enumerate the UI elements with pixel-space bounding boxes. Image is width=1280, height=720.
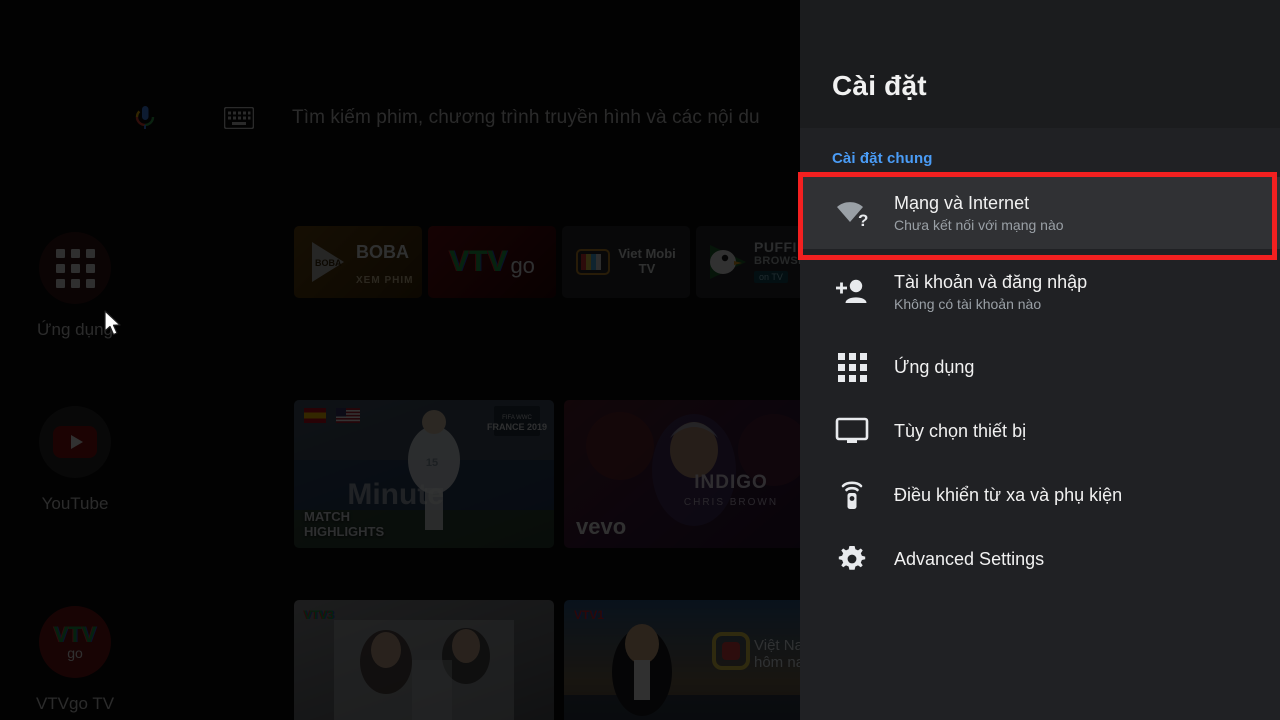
tv-card-vtv1[interactable]: VTV1 Việt Nam hôm nay dài trên 20 nghìn … (564, 600, 824, 720)
menu-item-title: Điều khiển từ xa và phụ kiện (894, 484, 1122, 507)
app-title: VTV (449, 245, 507, 279)
channel-logo: VTV1 (574, 608, 604, 622)
youtube-icon (39, 406, 111, 478)
menu-item-accounts-and-sign-in[interactable]: Tài khoản và đăng nhập Không có tài khoả… (800, 249, 1280, 335)
vtvgo-row: VTV go VTVgo TV VTV3 19:47 (0, 600, 824, 720)
card-overlay: CHRIS BROWN (656, 497, 806, 508)
app-subtitle: XEM PHIM (356, 275, 413, 286)
video-card-match-highlights[interactable]: FIFA WWC FRANCE 2019 15 Minute MATCH HIG… (294, 400, 554, 548)
launcher-youtube[interactable]: YouTube (0, 400, 150, 514)
launcher-label: Ứng dụng (37, 320, 113, 340)
menu-item-subtitle: Không có tài khoản nào (894, 296, 1087, 313)
wifi-question-icon: ? (828, 198, 876, 228)
google-mic-icon[interactable] (128, 101, 162, 135)
svg-text:FRANCE 2019: FRANCE 2019 (487, 422, 547, 432)
menu-item-network-and-internet[interactable]: ? Mạng và Internet Chưa kết nối với mạng… (800, 177, 1280, 249)
apps-grid-icon (39, 232, 111, 304)
svg-text:15: 15 (426, 457, 438, 469)
settings-panel: Cài đặt Cài đặt chung ? Mạng và Internet… (800, 0, 1280, 720)
app-card-boba[interactable]: BOBA BOBA XEM PHIM (294, 226, 422, 298)
apps-grid-icon (828, 353, 876, 382)
person-add-icon (828, 278, 876, 306)
channel-logo: VTV3 (304, 608, 334, 622)
launcher-label: VTVgo TV (36, 694, 114, 714)
video-card-vevo-indigo[interactable]: vevo INDIGO CHRIS BROWN (564, 400, 824, 548)
panel-header: Cài đặt (800, 0, 1280, 128)
menu-item-remotes-and-accessories[interactable]: Điều khiển từ xa và phụ kiện (800, 463, 1280, 527)
app-title: Viet Mobi (618, 247, 676, 262)
menu-item-title: Advanced Settings (894, 548, 1044, 571)
svg-text:FIFA WWC: FIFA WWC (502, 415, 532, 421)
menu-item-title: Tùy chọn thiết bị (894, 420, 1026, 443)
app-title: BOBA (356, 242, 413, 263)
app-badge: on TV (754, 271, 788, 283)
svg-text:Minute: Minute (347, 478, 444, 511)
menu-item-title: Ứng dụng (894, 356, 974, 379)
app-subtitle: TV (618, 262, 676, 277)
launcher-apps[interactable]: Ứng dụng (0, 226, 150, 340)
youtube-row: YouTube FIFA WWC FRAN (0, 400, 824, 548)
vevo-logo: vevo (576, 514, 626, 540)
launcher-vtvgo[interactable]: VTV go VTVgo TV (0, 600, 150, 714)
vtvgo-icon: VTV go (39, 606, 111, 678)
app-subtitle: go (510, 253, 534, 279)
section-header-general: Cài đặt chung (800, 128, 1280, 177)
gear-icon (828, 543, 876, 575)
page-title: Cài đặt (832, 70, 927, 102)
menu-item-title: Mạng và Internet (894, 192, 1064, 215)
card-title: MATCH (304, 510, 384, 525)
launcher-label: YouTube (42, 494, 109, 514)
screen-root: Tìm kiếm phim, chương trình truyền hình … (0, 0, 1280, 720)
search-bar[interactable]: Tìm kiếm phim, chương trình truyền hình … (0, 96, 800, 140)
search-input[interactable]: Tìm kiếm phim, chương trình truyền hình … (292, 107, 760, 129)
menu-item-apps[interactable]: Ứng dụng (800, 335, 1280, 399)
svg-text:BOBA: BOBA (315, 258, 342, 268)
keyboard-icon[interactable] (224, 107, 254, 129)
menu-item-device-preferences[interactable]: Tùy chọn thiết bị (800, 399, 1280, 463)
menu-item-title: Tài khoản và đăng nhập (894, 271, 1087, 294)
card-subtitle: HIGHLIGHTS (304, 525, 384, 540)
remote-control-icon (828, 479, 876, 511)
mouse-pointer-icon (104, 310, 124, 343)
app-card-vtvgo[interactable]: VTV go (428, 226, 556, 298)
tv-card-vtv3[interactable]: VTV3 19:47 (294, 600, 554, 720)
menu-item-advanced-settings[interactable]: Advanced Settings (800, 527, 1280, 591)
tv-icon (828, 417, 876, 445)
app-card-viet-mobi-tv[interactable]: Viet Mobi TV (562, 226, 690, 298)
menu-item-subtitle: Chưa kết nối với mạng nào (894, 217, 1064, 234)
card-subtitle: INDIGO (656, 472, 806, 494)
svg-text:?: ? (858, 211, 868, 228)
